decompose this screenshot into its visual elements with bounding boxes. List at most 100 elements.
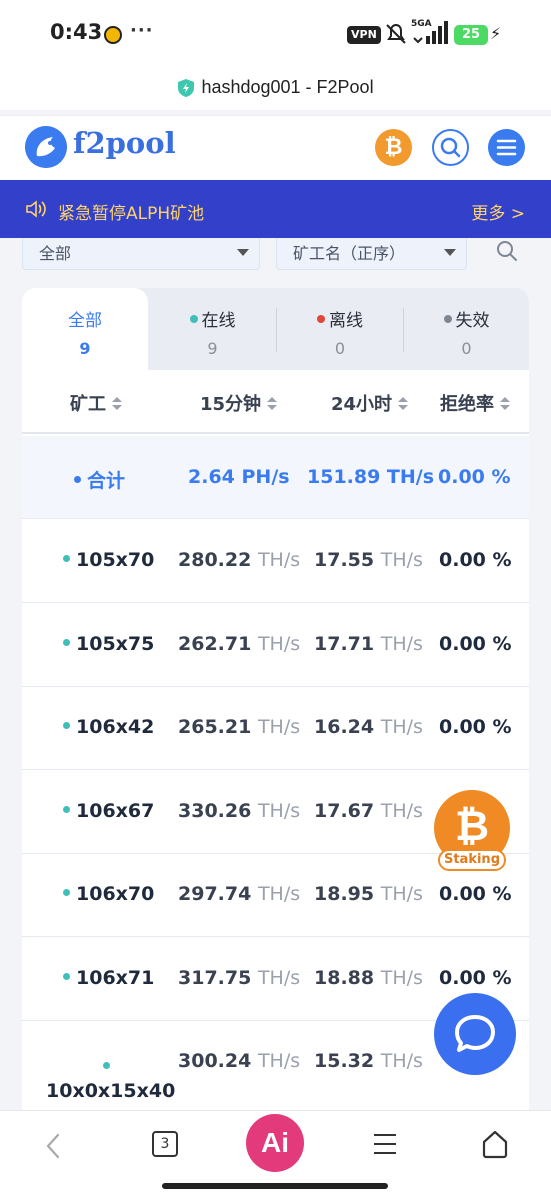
hashrate-15min: 262.71 TH/s — [178, 633, 301, 655]
tab-inactive[interactable]: 失效 0 — [404, 288, 529, 370]
tab-label: 失效 — [455, 311, 490, 331]
reject-rate: 0.00 % — [439, 967, 512, 989]
online-dot-icon — [63, 639, 70, 646]
tab-count: 0 — [334, 339, 346, 358]
tab-offline[interactable]: 离线 0 — [277, 288, 403, 370]
chat-bubble-icon — [455, 1015, 495, 1052]
column-header-worker[interactable]: 矿工 — [70, 390, 122, 416]
tab-all[interactable]: 全部 9 — [22, 288, 148, 370]
tabs-count-button[interactable]: 3 — [152, 1131, 178, 1157]
worker-name[interactable]: 106x67 — [63, 800, 154, 822]
worker-name[interactable]: 105x75 — [63, 633, 154, 655]
mute-icon — [386, 23, 406, 44]
search-button[interactable] — [432, 129, 469, 166]
chat-support-button[interactable] — [434, 993, 516, 1075]
home-indicator[interactable] — [162, 1183, 388, 1189]
hashrate-24h: 18.95 TH/s — [314, 883, 423, 905]
hashrate-24h: 15.32 TH/s — [314, 1050, 423, 1072]
reject-rate: 0.00 % — [439, 716, 512, 738]
total-hashrate-24h: 151.89 TH/s — [307, 466, 435, 488]
charging-icon: ⚡ — [490, 24, 502, 43]
tab-count: 9 — [207, 339, 218, 358]
announcement-banner[interactable]: 紧急暂停ALPH矿池 更多 > — [0, 180, 551, 238]
online-dot-icon — [63, 555, 70, 562]
status-dot-icon — [74, 476, 81, 483]
hashrate-15min: 297.74 TH/s — [178, 883, 301, 905]
online-dot-icon — [63, 722, 70, 729]
hashrate-24h: 17.67 TH/s — [314, 800, 423, 822]
search-icon[interactable] — [494, 238, 520, 264]
status-filter-select[interactable]: 全部 — [22, 238, 260, 270]
hashrate-15min: 330.26 TH/s — [178, 800, 301, 822]
online-dot-icon — [63, 889, 70, 896]
worker-name[interactable]: 106x71 — [63, 967, 154, 989]
hashrate-24h: 18.88 TH/s — [314, 967, 423, 989]
menu-button[interactable] — [488, 129, 525, 166]
signal-icon — [413, 21, 448, 44]
hashrate-24h: 17.55 TH/s — [314, 549, 423, 571]
tab-online[interactable]: 在线 9 — [149, 288, 276, 370]
table-total-row: 合计 2.64 PH/s 151.89 TH/s 0.00 % — [22, 436, 529, 519]
vpn-badge: VPN — [347, 26, 381, 44]
table-row[interactable]: 105x75 262.71 TH/s 17.71 TH/s 0.00 % — [22, 603, 529, 687]
tab-label: 在线 — [201, 311, 236, 331]
total-reject-rate: 0.00 % — [438, 466, 511, 488]
btc-coin-button[interactable]: ₿ — [375, 129, 412, 166]
notification-app-icon — [104, 26, 122, 44]
online-dot-icon — [102, 1062, 110, 1069]
sort-select[interactable]: 矿工名（正序） — [276, 238, 467, 270]
worker-name[interactable]: 10x0x15x40 — [46, 1055, 175, 1103]
chevron-down-icon — [444, 249, 456, 256]
tab-label: 全部 — [68, 311, 102, 331]
more-notifications-icon: ··· — [130, 20, 154, 41]
online-dot-icon — [63, 973, 70, 980]
site-header: f2pool ₿ — [0, 115, 551, 180]
total-hashrate-15min: 2.64 PH/s — [188, 466, 290, 488]
home-icon[interactable] — [481, 1129, 509, 1159]
staking-float-button[interactable]: ₿ Staking — [434, 790, 510, 871]
hashrate-15min: 265.21 TH/s — [178, 716, 301, 738]
sort-icon — [112, 397, 122, 411]
tab-count: 9 — [79, 339, 91, 358]
inactive-dot-icon — [443, 315, 452, 323]
url-bar[interactable]: hashdog001 - F2Pool — [0, 70, 551, 110]
battery-icon: 25 — [454, 25, 488, 45]
tab-count: 0 — [461, 339, 472, 358]
announcement-more-link[interactable]: 更多 > — [471, 199, 525, 224]
column-header-15min[interactable]: 15分钟 — [200, 390, 278, 416]
hashrate-15min: 317.75 TH/s — [178, 967, 301, 989]
worker-name[interactable]: 106x70 — [63, 883, 154, 905]
column-header-reject-rate[interactable]: 拒绝率 — [440, 390, 510, 416]
hashrate-15min: 280.22 TH/s — [178, 549, 301, 571]
f2pool-logo-icon[interactable] — [25, 126, 67, 168]
tab-label: 离线 — [329, 311, 363, 331]
menu-icon[interactable] — [372, 1131, 398, 1157]
reject-rate: 0.00 % — [439, 549, 512, 571]
online-dot-icon — [63, 806, 70, 813]
worker-status-tabs: 全部 9 在线 9 离线 0 失效 0 — [22, 288, 529, 370]
table-row[interactable]: 106x42 265.21 TH/s 16.24 TH/s 0.00 % — [22, 686, 529, 770]
back-icon[interactable] — [42, 1131, 66, 1161]
offline-dot-icon — [317, 315, 325, 323]
table-row[interactable]: 105x70 280.22 TH/s 17.55 TH/s 0.00 % — [22, 519, 529, 603]
sort-value: 矿工名（正序） — [293, 244, 406, 263]
secure-shield-icon — [178, 78, 195, 97]
status-filter-value: 全部 — [39, 244, 72, 263]
column-header-24h[interactable]: 24小时 — [331, 390, 409, 416]
status-bar: 0:43 ··· VPN 5GA 25 ⚡ — [0, 0, 551, 70]
hamburger-icon — [496, 139, 517, 156]
table-header: 矿工 15分钟 24小时 拒绝率 — [22, 370, 529, 434]
announcement-text[interactable]: 紧急暂停ALPH矿池 — [58, 199, 204, 224]
worker-name[interactable]: 106x42 — [63, 716, 154, 738]
logo-text[interactable]: f2pool — [73, 126, 176, 160]
hashrate-24h: 17.71 TH/s — [314, 633, 423, 655]
worker-name[interactable]: 105x70 — [63, 549, 154, 571]
reject-rate: 0.00 % — [439, 883, 512, 905]
hashrate-15min: 300.24 TH/s — [178, 1050, 301, 1072]
sort-icon — [500, 397, 510, 411]
sort-icon — [267, 397, 278, 411]
ai-assistant-button[interactable]: Ai — [246, 1114, 304, 1172]
search-icon — [440, 137, 461, 158]
online-dot-icon — [189, 315, 198, 323]
hashrate-24h: 16.24 TH/s — [314, 716, 423, 738]
